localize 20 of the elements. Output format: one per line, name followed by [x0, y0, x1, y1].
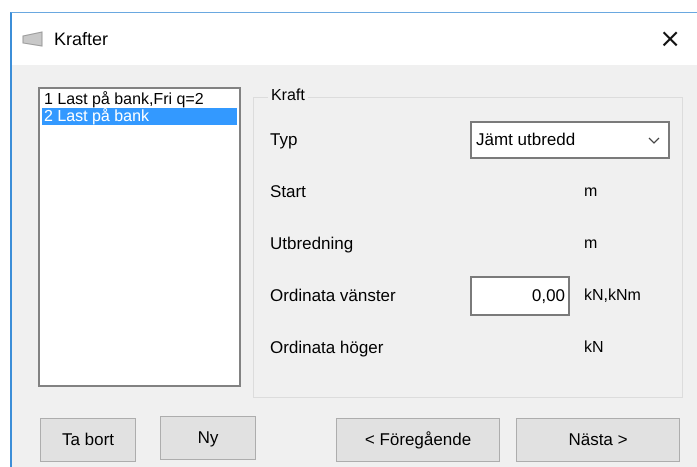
dialog-button[interactable]: < Föregående	[336, 418, 500, 462]
dialog-button[interactable]: Ta bort	[40, 418, 136, 462]
type-dropdown[interactable]: Jämt utbredd	[470, 121, 670, 159]
list-item[interactable]: 1 Last på bank,Fri q=2	[42, 91, 237, 108]
dialog-button[interactable]: Ny	[160, 416, 256, 460]
input-field[interactable]: 0,00	[470, 276, 570, 316]
field-label: Ordinata vänster	[270, 286, 397, 306]
field-label: Start	[270, 182, 307, 202]
unit-label: kN	[584, 339, 605, 357]
close-button[interactable]: ×	[653, 26, 687, 52]
unit-label: kN,kNm	[584, 287, 642, 305]
field-label: Typ	[270, 130, 298, 150]
unit-label: m	[584, 183, 598, 201]
field-label: Utbredning	[270, 234, 354, 254]
field-label: Ordinata höger	[270, 338, 384, 358]
dialog-button[interactable]: Nästa >	[516, 418, 680, 462]
window-icon	[22, 31, 44, 47]
unit-label: m	[584, 235, 598, 253]
window-title: Krafter	[54, 28, 108, 50]
chevron-icon	[648, 136, 660, 144]
